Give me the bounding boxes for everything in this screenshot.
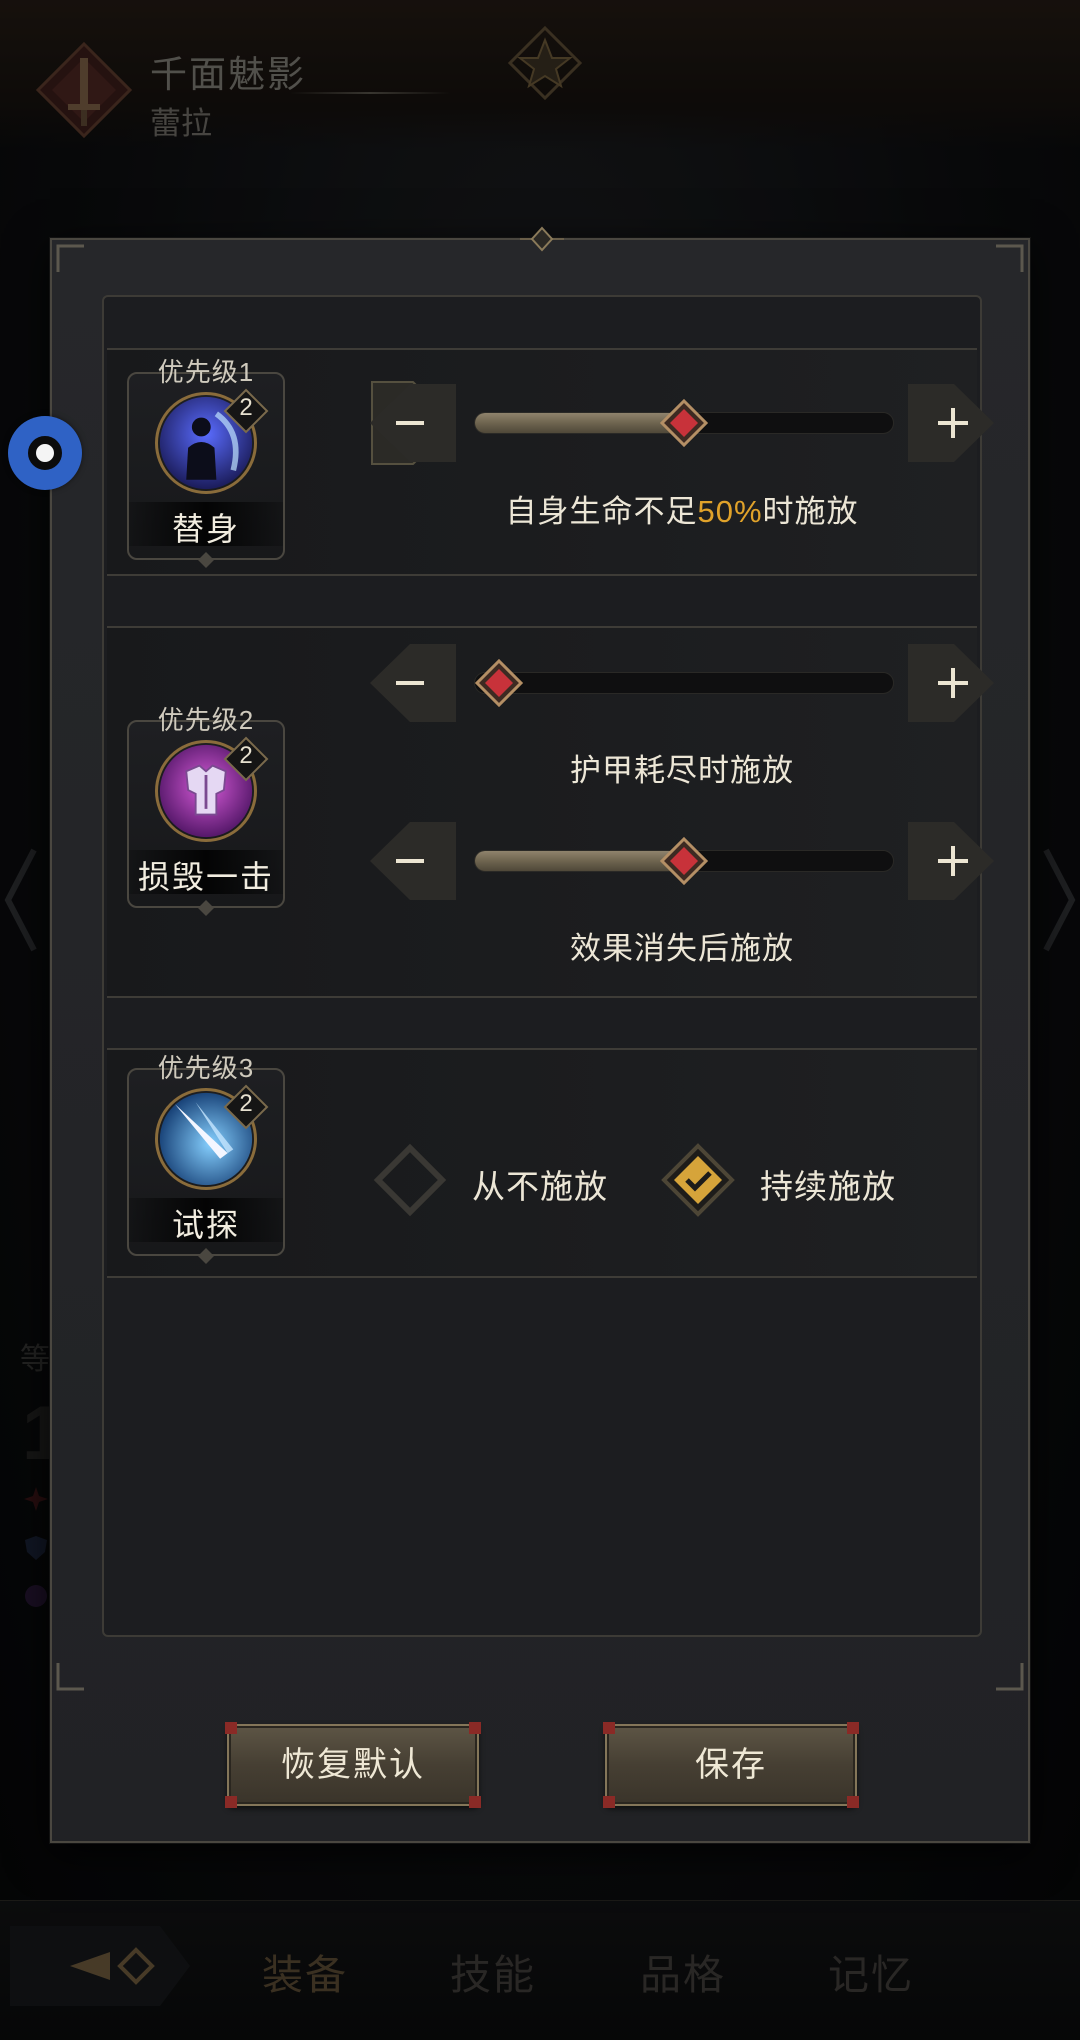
option-never-cast[interactable]: 从不施放 xyxy=(370,1140,610,1220)
slider-thumb-icon[interactable] xyxy=(475,659,523,707)
corner-ornament-icon xyxy=(996,244,1024,272)
slider-track[interactable] xyxy=(474,399,894,447)
skill-name: 试探 xyxy=(171,1207,240,1243)
slider-track[interactable] xyxy=(474,837,894,885)
corner-ornament-icon xyxy=(56,244,84,272)
condition-slider-1[interactable] xyxy=(370,380,994,466)
save-label: 保存 xyxy=(695,1746,767,1784)
option-continuous-cast[interactable]: 持续施放 xyxy=(658,1140,958,1220)
condition-slider-3[interactable] xyxy=(370,818,994,904)
corner-ornament-icon xyxy=(56,1663,84,1691)
option-label: 持续施放 xyxy=(760,1168,896,1205)
rivet-icon xyxy=(225,1796,237,1808)
rivet-icon xyxy=(603,1722,615,1734)
minus-button[interactable] xyxy=(370,380,456,466)
condition-prefix: 自身生命不足 xyxy=(505,494,698,529)
rivet-icon xyxy=(225,1722,237,1734)
option-label: 从不施放 xyxy=(472,1168,608,1205)
skill-cast-settings-dialog: 优先级1 2 替身 自身生命不足50%时施放 优先级2 2 损毁一击 护甲耗尽时… xyxy=(50,226,1030,1843)
checked-box-icon[interactable] xyxy=(658,1140,738,1220)
level-badge-icon xyxy=(223,388,269,434)
level-badge-icon xyxy=(223,736,269,782)
condition-threshold: 50% xyxy=(697,494,763,529)
unchecked-box-icon[interactable] xyxy=(370,1140,450,1220)
slider-fill xyxy=(475,851,684,871)
condition-suffix: 时施放 xyxy=(762,494,859,529)
slider-thumb-icon[interactable] xyxy=(660,837,708,885)
slider-fill xyxy=(475,413,684,433)
plus-button[interactable] xyxy=(908,818,994,904)
skill-name: 替身 xyxy=(171,511,240,547)
level-badge-icon xyxy=(223,1084,269,1130)
condition-text-2: 护甲耗尽时施放 xyxy=(570,753,794,788)
minus-button[interactable] xyxy=(370,818,456,904)
rivet-icon xyxy=(469,1796,481,1808)
plus-button[interactable] xyxy=(908,640,994,726)
assistive-touch-button[interactable] xyxy=(8,416,82,490)
slider-thumb-icon[interactable] xyxy=(660,399,708,447)
card-tip-icon xyxy=(198,1248,214,1264)
rivet-icon xyxy=(603,1796,615,1808)
slider-track[interactable] xyxy=(474,659,894,707)
top-gem-ornament-icon xyxy=(520,226,564,252)
card-tip-icon xyxy=(198,552,214,568)
reset-default-label: 恢复默认 xyxy=(281,1746,425,1784)
reset-default-button[interactable]: 恢复默认 xyxy=(225,1722,481,1808)
priority-label: 优先级1 xyxy=(157,357,255,387)
priority-label: 优先级3 xyxy=(157,1053,255,1083)
rivet-icon xyxy=(469,1722,481,1734)
skill-name: 损毁一击 xyxy=(137,859,274,895)
condition-text-3: 效果消失后施放 xyxy=(570,931,794,966)
save-button[interactable]: 保存 xyxy=(603,1722,859,1808)
rivet-icon xyxy=(847,1722,859,1734)
corner-ornament-icon xyxy=(996,1663,1024,1691)
condition-slider-2[interactable] xyxy=(370,640,994,726)
plus-button[interactable] xyxy=(908,380,994,466)
rivet-icon xyxy=(847,1796,859,1808)
minus-button[interactable] xyxy=(370,640,456,726)
priority-label: 优先级2 xyxy=(157,705,255,735)
card-tip-icon xyxy=(198,900,214,916)
condition-text-1: 自身生命不足50%时施放 xyxy=(370,486,994,531)
